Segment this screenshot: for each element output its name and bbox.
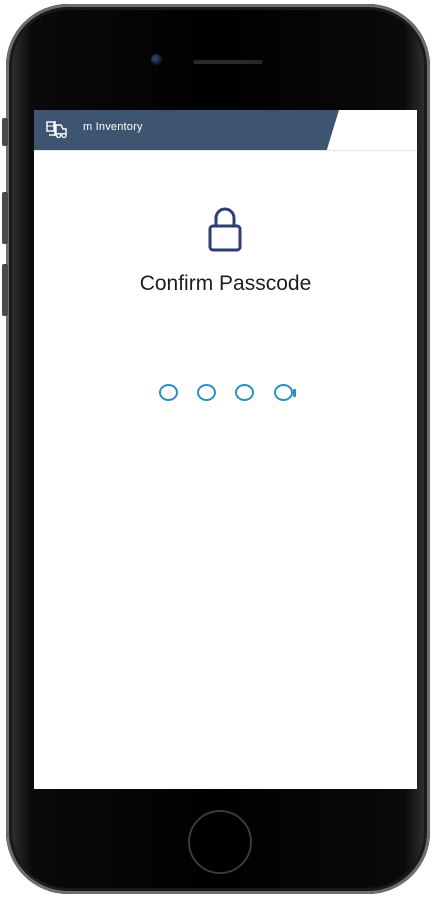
header-band — [34, 110, 339, 150]
volume-up-button — [2, 192, 8, 244]
front-camera — [151, 54, 162, 65]
passcode-dot-3 — [235, 384, 254, 401]
lock-icon — [208, 207, 242, 252]
passcode-dot-1 — [159, 384, 178, 401]
passcode-indicator — [34, 384, 417, 408]
home-button[interactable] — [188, 810, 252, 874]
app-header: m Inventory — [34, 110, 417, 151]
earpiece-speaker — [193, 59, 263, 64]
app-screen: m Inventory Confirm Passcode — [34, 110, 417, 789]
forklift-icon — [46, 121, 67, 139]
mute-switch — [2, 118, 8, 146]
passcode-dot-4 — [274, 384, 296, 401]
passcode-dot-2 — [197, 384, 216, 401]
page-title: Confirm Passcode — [139, 272, 312, 295]
app-title: m Inventory — [83, 121, 143, 133]
volume-down-button — [2, 264, 8, 316]
